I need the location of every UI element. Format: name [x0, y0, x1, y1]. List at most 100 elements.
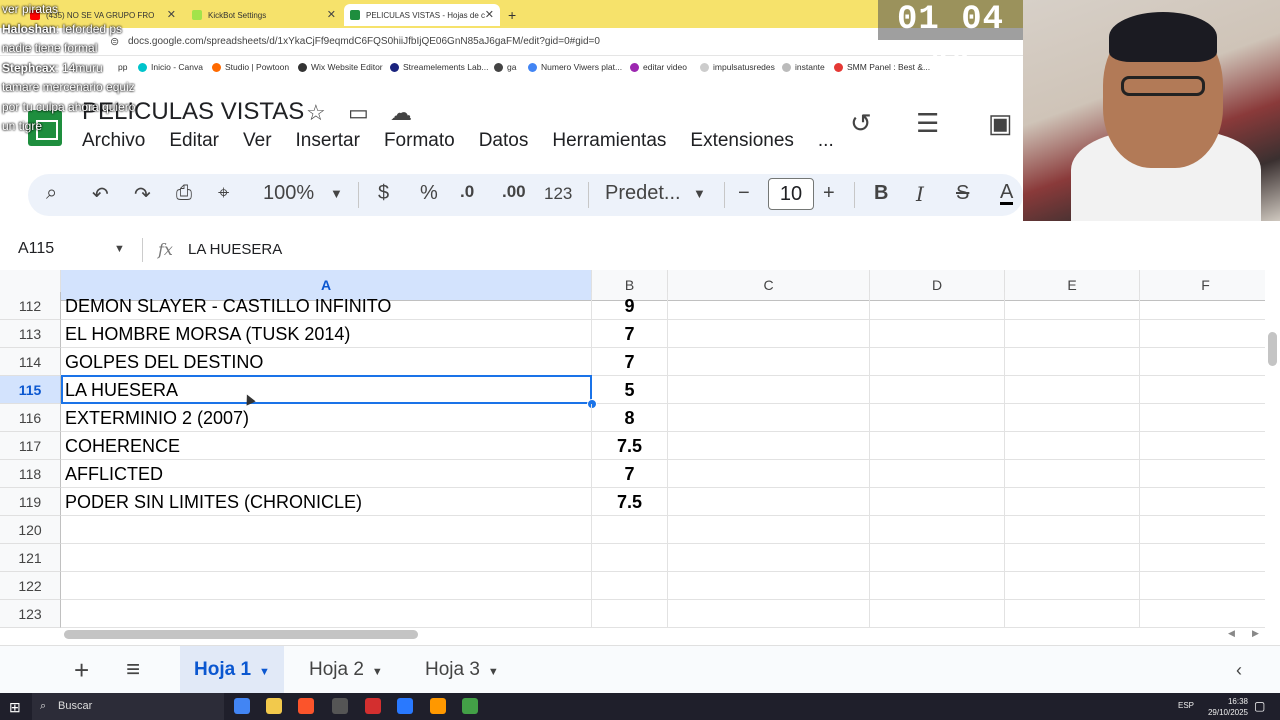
cell-empty[interactable] [870, 544, 1005, 572]
cell-empty[interactable] [668, 404, 870, 432]
bookmark-editar-video[interactable]: editar video [630, 62, 687, 72]
bookmark-viewers[interactable]: Numero Viwers plat... [528, 62, 622, 72]
cell-rating[interactable]: 7 [592, 460, 668, 488]
cell-title[interactable]: PODER SIN LIMITES (CHRONICLE) [61, 488, 592, 516]
sheet-tab-hoja-3[interactable]: Hoja 3 ▼ [411, 646, 513, 694]
move-folder-icon[interactable]: ▭ [348, 100, 369, 126]
cell-rating[interactable]: 7.5 [592, 488, 668, 516]
cell-empty[interactable] [1140, 376, 1265, 404]
cell-empty[interactable] [1005, 376, 1140, 404]
print-icon[interactable]: ⎙ [176, 182, 192, 205]
row-header[interactable]: 117 [0, 432, 61, 460]
cell-empty[interactable] [1140, 404, 1265, 432]
italic-button[interactable]: I [916, 182, 924, 206]
cell-title[interactable]: GOLPES DEL DESTINO [61, 348, 592, 376]
cell-empty[interactable] [1140, 544, 1265, 572]
bookmark-streamelements[interactable]: Streamelements Lab... [390, 62, 489, 72]
row-header[interactable]: 114 [0, 348, 61, 376]
language-indicator[interactable]: ESP [1178, 701, 1194, 710]
text-color-button[interactable]: A [1000, 182, 1014, 205]
star-icon[interactable]: ☆ [306, 100, 326, 126]
bookmark-impulsa[interactable]: impulsatusredes [700, 62, 775, 72]
decrease-font-size-button[interactable]: − [738, 182, 750, 205]
windows-start-icon[interactable]: ⊞ [9, 699, 21, 716]
currency-button[interactable]: $ [378, 182, 389, 205]
cell-empty[interactable] [870, 320, 1005, 348]
cell-empty[interactable] [1005, 572, 1140, 600]
game-icon[interactable] [462, 698, 478, 714]
cell-empty[interactable] [1140, 320, 1265, 348]
cell-empty[interactable] [870, 516, 1005, 544]
cell-rating[interactable]: 9 [592, 292, 668, 320]
bookmark-smm-panel[interactable]: SMM Panel : Best &... [834, 62, 930, 72]
cell-title[interactable]: EL HOMBRE MORSA (TUSK 2014) [61, 320, 592, 348]
cell-empty[interactable] [1005, 292, 1140, 320]
menu-formato[interactable]: Formato [384, 130, 455, 154]
horizontal-scroll-thumb[interactable] [64, 630, 418, 639]
sheet-tab-hoja-2[interactable]: Hoja 2 ▼ [295, 646, 397, 694]
cell-rating[interactable]: 7 [592, 348, 668, 376]
cell-title[interactable]: COHERENCE [61, 432, 592, 460]
cell-empty[interactable] [870, 292, 1005, 320]
row-header[interactable]: 118 [0, 460, 61, 488]
menu-more[interactable]: ... [818, 130, 834, 154]
cell-rating[interactable]: 7 [592, 320, 668, 348]
bookmark-wix[interactable]: Wix Website Editor [298, 62, 383, 72]
close-icon[interactable]: ✕ [327, 8, 336, 21]
cell-title[interactable] [61, 600, 592, 628]
cell-empty[interactable] [668, 432, 870, 460]
chevron-down-icon[interactable]: ▼ [488, 666, 499, 678]
cloud-status-icon[interactable]: ☁ [390, 100, 412, 126]
firefox-icon[interactable] [430, 698, 446, 714]
chevron-down-icon[interactable]: ▼ [114, 243, 125, 255]
bookmark-instante[interactable]: instante [782, 62, 825, 72]
cell-empty[interactable] [870, 432, 1005, 460]
menu-herramientas[interactable]: Herramientas [552, 130, 666, 154]
menu-insertar[interactable]: Insertar [296, 130, 360, 154]
cell-empty[interactable] [668, 376, 870, 404]
search-icon[interactable]: ⌕ [46, 182, 57, 205]
cell-empty[interactable] [870, 488, 1005, 516]
paint-format-icon[interactable]: ⌖ [218, 182, 229, 205]
cell-empty[interactable] [668, 348, 870, 376]
add-sheet-button[interactable]: + [60, 646, 103, 694]
cell-empty[interactable] [1140, 516, 1265, 544]
cell-title[interactable]: EXTERMINIO 2 (2007) [61, 404, 592, 432]
cell-empty[interactable] [668, 292, 870, 320]
taskbar-search[interactable]: ⌕ Buscar [32, 693, 224, 720]
row-header[interactable]: 122 [0, 572, 61, 600]
strikethrough-icon[interactable]: S [956, 182, 969, 205]
row-header[interactable]: 112 [0, 292, 61, 320]
cell-empty[interactable] [870, 404, 1005, 432]
row-header[interactable]: 115 [0, 376, 61, 404]
row-header[interactable]: 113 [0, 320, 61, 348]
cell-rating[interactable]: 5 [592, 376, 668, 404]
cell-title[interactable]: DEMON SLAYER - CASTILLO INFINITO [61, 292, 592, 320]
cell-empty[interactable] [668, 460, 870, 488]
bookmark-powtoon[interactable]: Studio | Powtoon [212, 62, 289, 72]
row-header[interactable]: 123 [0, 600, 61, 628]
chevron-down-icon[interactable]: ▼ [330, 186, 343, 201]
cell-empty[interactable] [1005, 544, 1140, 572]
cell-empty[interactable] [1140, 600, 1265, 628]
cell-empty[interactable] [668, 572, 870, 600]
cell-empty[interactable] [870, 348, 1005, 376]
font-select[interactable]: Predet... [605, 182, 681, 205]
menu-extensiones[interactable]: Extensiones [690, 130, 794, 154]
cell-rating[interactable] [592, 544, 668, 572]
url-field[interactable]: docs.google.com/spreadsheets/d/1xYkaCjFf… [128, 36, 600, 47]
cell-empty[interactable] [1005, 488, 1140, 516]
scroll-right-icon[interactable]: ▶ [1252, 628, 1259, 639]
cell-rating[interactable] [592, 516, 668, 544]
formula-input[interactable]: LA HUESERA [188, 241, 282, 258]
chevron-down-icon[interactable]: ▼ [693, 186, 706, 201]
cell-title[interactable] [61, 516, 592, 544]
menu-ver[interactable]: Ver [243, 130, 272, 154]
notifications-icon[interactable]: ▢ [1254, 699, 1265, 713]
decrease-decimal-button[interactable]: .0 [460, 182, 474, 202]
cell-empty[interactable] [1005, 348, 1140, 376]
cell-empty[interactable] [870, 460, 1005, 488]
system-clock[interactable]: 16:38 29/10/2025 [1208, 696, 1248, 718]
zoom-select[interactable]: 100% [263, 182, 314, 205]
collapse-side-panel-icon[interactable]: ‹ [1236, 660, 1242, 681]
